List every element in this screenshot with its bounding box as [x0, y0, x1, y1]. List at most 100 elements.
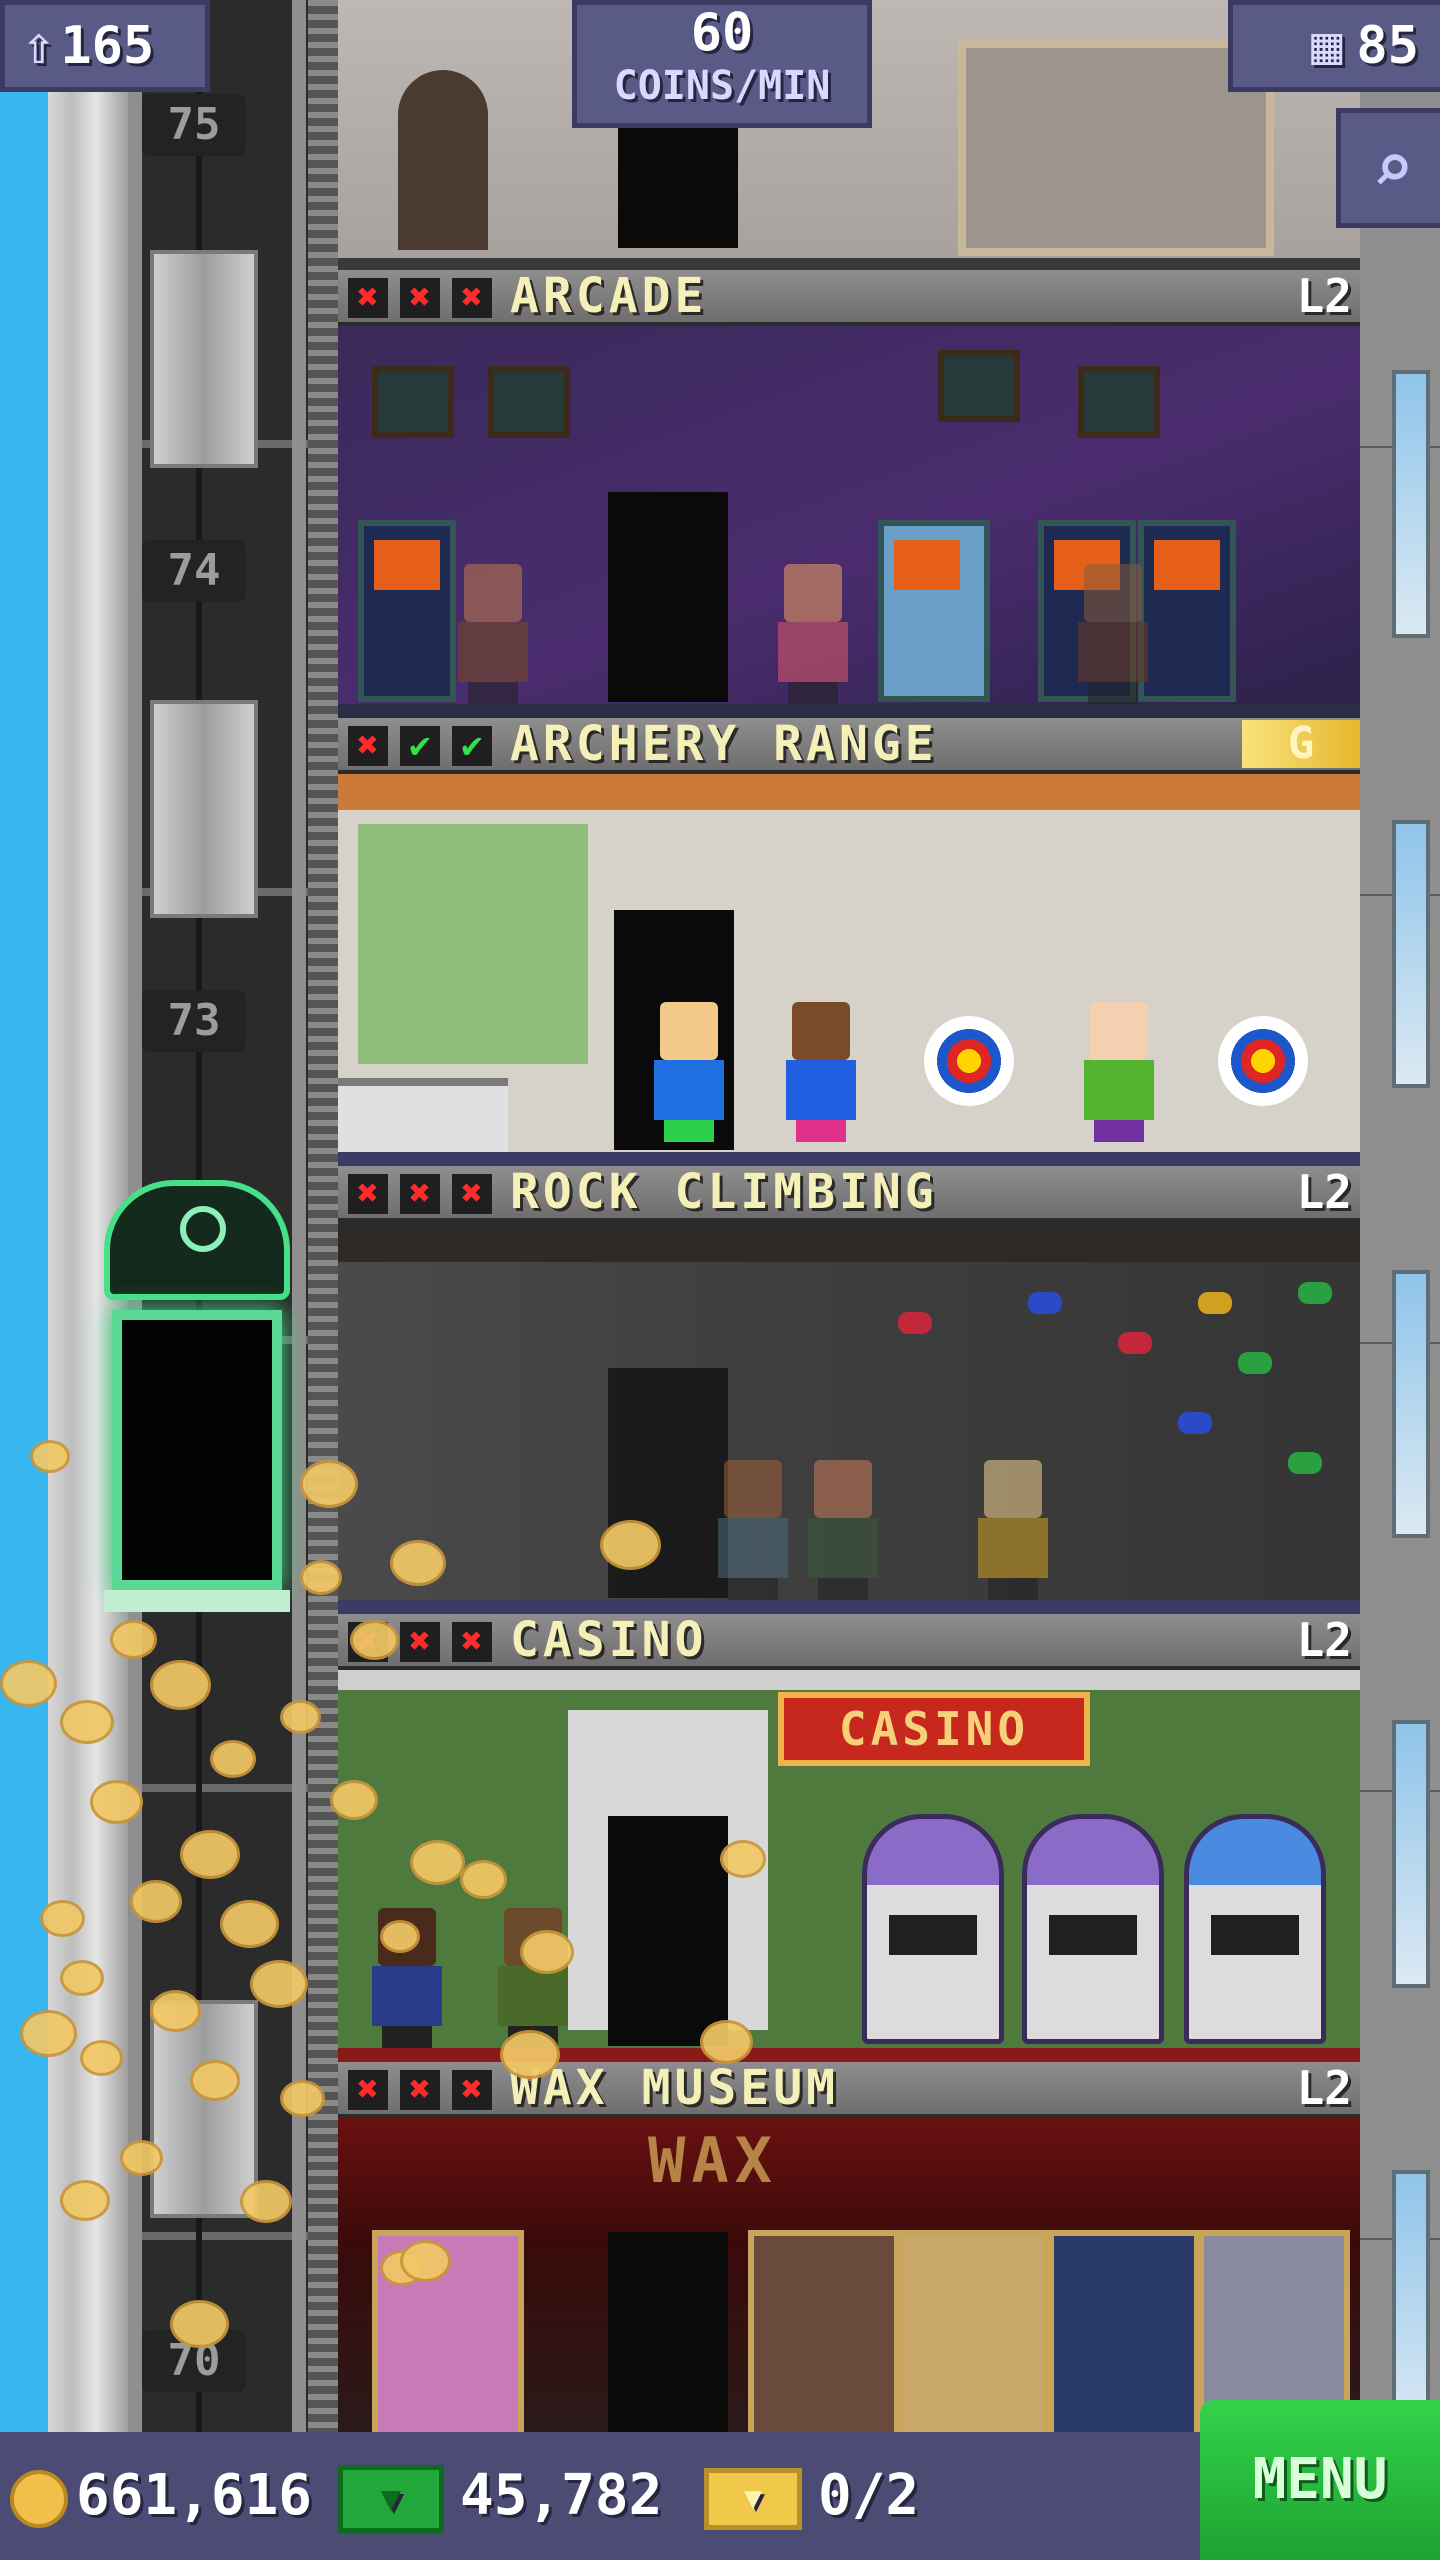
- red-x-icon: ✖: [348, 2070, 388, 2110]
- red-x-icon: ✖: [400, 278, 440, 318]
- floor-name: ROCK CLIMBING: [510, 1166, 938, 1220]
- ceiling-beam: [338, 774, 1360, 810]
- room-floor: [338, 1600, 1360, 1614]
- floor-rock-climbing[interactable]: ✖ ✖ ✖ ROCK CLIMBING L2: [338, 1166, 1360, 1614]
- shaft-door: [150, 250, 258, 468]
- coins-balance[interactable]: 661,616: [10, 2446, 312, 2546]
- bitizen[interactable]: [786, 1002, 856, 1152]
- golden-ticket-icon: ▼: [704, 2467, 802, 2530]
- bitizen[interactable]: [498, 1908, 568, 2048]
- menu-button[interactable]: MENU: [1200, 2400, 1440, 2560]
- coin-particle: [130, 1880, 182, 1923]
- floor-archery-range[interactable]: ✖ ✔ ✔ ARCHERY RANGE G: [338, 718, 1360, 1166]
- slot-machine: [862, 1814, 1004, 2044]
- floor-header: ✖ ✖ ✖ ROCK CLIMBING L2: [338, 1166, 1360, 1222]
- coin-particle: [60, 1700, 114, 1744]
- floor-count-value: 85: [1356, 16, 1419, 76]
- floor-arcade[interactable]: ✖ ✖ ✖ ARCADE L2: [338, 270, 1360, 718]
- climbing-hold: [1198, 1292, 1232, 1314]
- person-up-icon: ⇧: [23, 16, 55, 76]
- bitizen[interactable]: [778, 564, 848, 704]
- bitizen[interactable]: [718, 1460, 788, 1600]
- coin-particle: [300, 1460, 358, 1508]
- elevator-car[interactable]: [104, 1180, 290, 1620]
- red-x-icon: ✖: [400, 2070, 440, 2110]
- red-x-icon: ✖: [452, 1622, 492, 1662]
- coin-particle: [90, 1780, 143, 1824]
- red-x-icon: ✖: [400, 1622, 440, 1662]
- bux-icon: ▼: [338, 2464, 444, 2533]
- population-counter[interactable]: ⇧ 165: [0, 0, 210, 92]
- coins-per-minute-value: 60: [690, 3, 754, 63]
- population-value: 165: [60, 16, 155, 76]
- coin-particle: [240, 2180, 292, 2223]
- floor-level: L2: [1296, 1166, 1352, 1219]
- coin-particle: [80, 2040, 123, 2076]
- elevator-base: [104, 1590, 290, 1612]
- climbing-hold: [1178, 1412, 1212, 1434]
- green-wall-panel: [358, 824, 588, 1064]
- shaft-door: [150, 700, 258, 918]
- wax-sign: WAX: [648, 2124, 778, 2197]
- red-x-icon: ✖: [452, 278, 492, 318]
- coin-particle: [120, 2140, 163, 2176]
- arcade-room: [338, 326, 1360, 718]
- tower-window: [1392, 370, 1430, 638]
- coin-particle: [720, 1840, 766, 1878]
- floor-wax-museum[interactable]: ✖ ✖ ✖ WAX MUSEUM L2 WAX: [338, 2062, 1360, 2432]
- bitizen[interactable]: [458, 564, 528, 704]
- tower-window: [1392, 820, 1430, 1088]
- golden-tickets-counter[interactable]: ▼ 0/2: [704, 2446, 919, 2546]
- archery-room: [338, 774, 1360, 1166]
- claw-machine: [878, 520, 990, 702]
- floor-casino[interactable]: ✖ ✖ ✖ CASINO L2 CASINO: [338, 1614, 1360, 2062]
- rock-climbing-room: [338, 1222, 1360, 1614]
- bitizen[interactable]: [808, 1460, 878, 1600]
- coin-particle: [390, 1540, 446, 1586]
- floor-name: WAX MUSEUM: [510, 2062, 839, 2116]
- coins-value: 661,616: [76, 2463, 313, 2528]
- wax-museum-room: WAX: [338, 2118, 1360, 2432]
- coin-particle: [250, 1960, 308, 2008]
- climbing-hold: [1288, 1452, 1322, 1474]
- floor-number-74: 74: [142, 540, 246, 602]
- coin-particle: [60, 1960, 104, 1996]
- green-check-icon: ✔: [452, 726, 492, 766]
- coin-particle: [600, 1520, 661, 1570]
- shaft-door: [150, 2000, 258, 2218]
- bitizen[interactable]: [1084, 1002, 1154, 1152]
- sky: [0, 0, 48, 2432]
- shaft-ladder: [308, 0, 338, 2432]
- coin-particle: [210, 1740, 256, 1778]
- shaft-rail-right: [292, 0, 306, 2432]
- elevator-cab[interactable]: [112, 1310, 282, 1590]
- coin-particle: [60, 2180, 110, 2221]
- coin-particle: [180, 1830, 240, 1879]
- room-door: [608, 1816, 728, 2046]
- floor-level: L2: [1296, 2062, 1352, 2115]
- coin-particle: [700, 2020, 753, 2064]
- search-button[interactable]: ⌕: [1336, 108, 1440, 228]
- climbing-hold: [1028, 1292, 1062, 1314]
- coin-particle: [0, 1660, 57, 1707]
- bux-balance[interactable]: ▼ 45,782: [338, 2446, 662, 2546]
- bitizen[interactable]: [978, 1460, 1048, 1600]
- arched-doorway: [398, 70, 488, 250]
- ceiling: [338, 1222, 1360, 1262]
- bitizen[interactable]: [1078, 564, 1148, 704]
- tickets-value: 0/2: [818, 2463, 920, 2528]
- front-desk: [338, 1078, 508, 1152]
- bitizen[interactable]: [654, 1002, 724, 1152]
- floor-name: ARCADE: [510, 270, 708, 324]
- building-icon: ▦: [1311, 16, 1343, 76]
- red-x-icon: ✖: [452, 1174, 492, 1214]
- coins-per-minute-panel[interactable]: 60 COINS/MIN: [572, 0, 872, 128]
- green-check-icon: ✔: [400, 726, 440, 766]
- floor-counter[interactable]: ▦ 85: [1228, 0, 1440, 92]
- coin-icon: [10, 2469, 68, 2528]
- floor-number-75: 75: [142, 94, 246, 156]
- red-x-icon: ✖: [348, 1174, 388, 1214]
- ceiling-trim: [338, 1670, 1360, 1690]
- red-x-icon: ✖: [348, 278, 388, 318]
- climbing-hold: [1238, 1352, 1272, 1374]
